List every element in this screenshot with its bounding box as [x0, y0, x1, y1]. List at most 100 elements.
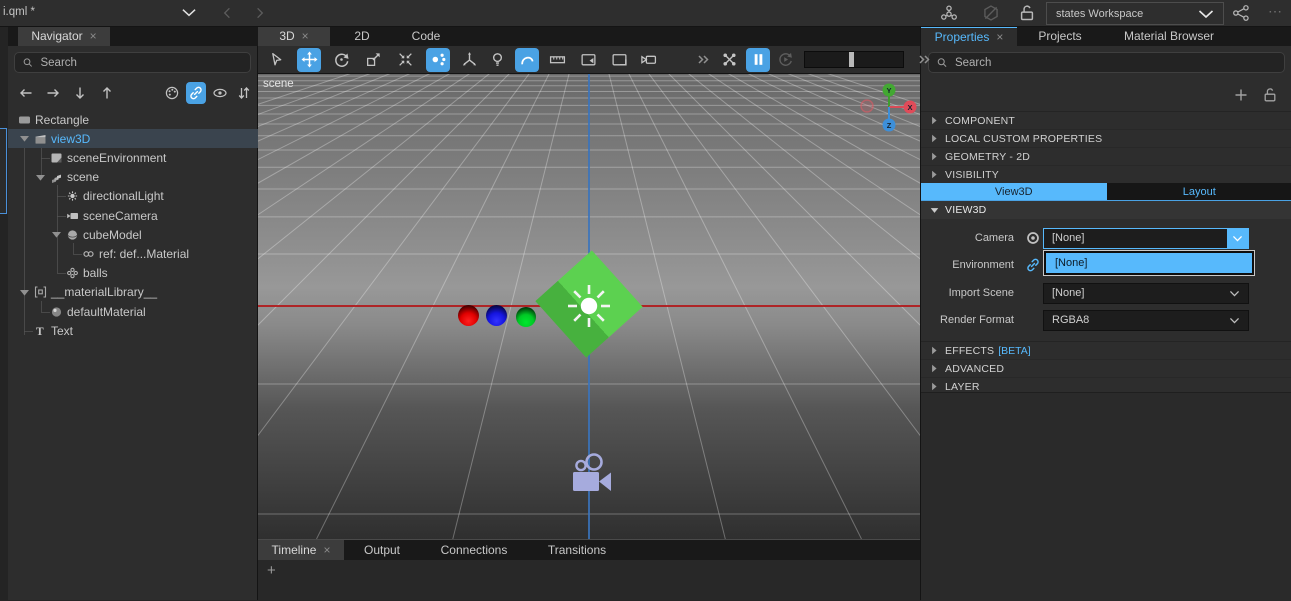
- move-forward-button[interactable]: [43, 82, 63, 104]
- expander-icon[interactable]: [34, 171, 47, 184]
- section-visibility[interactable]: VISIBILITY: [921, 166, 1291, 184]
- section-component[interactable]: COMPONENT: [921, 112, 1291, 130]
- add-property-icon[interactable]: [1233, 87, 1249, 103]
- share-icon[interactable]: [1232, 4, 1250, 22]
- expander-icon[interactable]: [18, 132, 31, 145]
- tree-item-cubemodel[interactable]: cubeModel: [8, 225, 258, 244]
- navigator-search-input[interactable]: [38, 56, 250, 70]
- 3d-viewport[interactable]: scene Y X Z: [258, 74, 920, 540]
- camera-frame-button[interactable]: [607, 48, 631, 72]
- camera-side-button[interactable]: [636, 48, 660, 72]
- timeline-add-button[interactable]: +: [267, 562, 276, 579]
- import-scene-dropdown[interactable]: [None]: [1043, 283, 1249, 304]
- subtab-view3d[interactable]: View3D: [921, 183, 1107, 200]
- tree-item-balls[interactable]: balls: [8, 264, 258, 283]
- tree-item-scenecamera[interactable]: sceneCamera: [8, 206, 258, 225]
- popup-item-none[interactable]: [None]: [1046, 253, 1252, 273]
- tab-properties[interactable]: Properties×: [921, 26, 1017, 46]
- edit-transform-button[interactable]: [457, 48, 481, 72]
- toolbar-overflow2-button[interactable]: [916, 48, 932, 72]
- blue-sphere[interactable]: [486, 305, 507, 326]
- fit-selected-button[interactable]: [393, 48, 417, 72]
- tab-2d[interactable]: 2D: [330, 26, 394, 46]
- tree-item-scene[interactable]: scene: [8, 168, 258, 187]
- tab-navigator[interactable]: Navigator×: [18, 26, 110, 46]
- chevron-right-icon: [929, 115, 940, 126]
- axis-indicator-gizmo[interactable]: Y X Z: [859, 80, 919, 134]
- section-local-custom-properties[interactable]: LOCAL CUSTOM PROPERTIES: [921, 130, 1291, 148]
- navigator-search[interactable]: [14, 52, 251, 73]
- show-selection-curve-button[interactable]: [515, 48, 539, 72]
- show-hidden-button[interactable]: [210, 82, 230, 104]
- state-thumbnail[interactable]: [0, 128, 7, 214]
- camera-view-button[interactable]: [576, 48, 600, 72]
- nav-forward-icon[interactable]: [252, 4, 267, 22]
- particles-pause-button[interactable]: [746, 48, 770, 72]
- nav-back-icon[interactable]: [220, 4, 235, 22]
- link-mode-button[interactable]: [186, 82, 206, 104]
- unlock-icon[interactable]: [1018, 4, 1036, 22]
- target-icon[interactable]: [1025, 230, 1041, 246]
- tab-3d[interactable]: 3D×: [258, 26, 330, 46]
- unlock-icon[interactable]: [1262, 87, 1278, 103]
- tab-code[interactable]: Code: [394, 26, 458, 46]
- tree-item-defaultmaterial[interactable]: defaultMaterial: [8, 302, 258, 321]
- snap-ruler-button[interactable]: [545, 48, 569, 72]
- tree-item-sceneenvironment[interactable]: sceneEnvironment: [8, 148, 258, 167]
- close-icon[interactable]: ×: [90, 29, 97, 43]
- close-icon[interactable]: ×: [302, 29, 309, 43]
- particles-restart-button[interactable]: [773, 48, 797, 72]
- tab-label: Transitions: [548, 543, 606, 557]
- tab-transitions[interactable]: Transitions: [528, 540, 626, 560]
- tree-item-ref-def-material[interactable]: ref: def...Material: [8, 244, 258, 263]
- close-icon[interactable]: ×: [996, 30, 1003, 44]
- move-up-button[interactable]: [97, 82, 117, 104]
- orient-dots-icon: [430, 51, 447, 68]
- close-icon[interactable]: ×: [323, 543, 330, 557]
- expander-icon[interactable]: [50, 228, 63, 241]
- section-effects[interactable]: EFFECTS[BETA]: [921, 342, 1291, 360]
- tab-connections[interactable]: Connections: [420, 540, 528, 560]
- tab-projects[interactable]: Projects: [1017, 26, 1103, 46]
- tree-item-directionallight[interactable]: directionalLight: [8, 187, 258, 206]
- dropdown-open-button[interactable]: [1227, 229, 1248, 248]
- workspace-dropdown[interactable]: states Workspace: [1046, 2, 1224, 25]
- more-options-button[interactable]: ⋯: [1268, 3, 1284, 20]
- view3d-group-header[interactable]: VIEW3D: [921, 201, 1291, 219]
- particles-play-button[interactable]: [717, 48, 741, 72]
- selection-tool-button[interactable]: [264, 48, 288, 72]
- tree-item-rectangle[interactable]: Rectangle: [8, 110, 258, 129]
- speed-slider[interactable]: [804, 51, 904, 68]
- green-sphere[interactable]: [516, 307, 536, 327]
- tree-item-view3d[interactable]: view3D: [8, 129, 258, 148]
- tab-timeline[interactable]: Timeline×: [258, 540, 344, 560]
- properties-search-input[interactable]: [953, 56, 1284, 70]
- scale-tool-button[interactable]: [361, 48, 385, 72]
- move-backward-button[interactable]: [16, 82, 36, 104]
- toolbar-overflow-button[interactable]: [695, 48, 711, 72]
- edit-light-button[interactable]: [485, 48, 509, 72]
- cluster-icon[interactable]: [940, 4, 958, 22]
- document-dropdown-chevron-icon[interactable]: [179, 5, 199, 20]
- move-tool-button[interactable]: [297, 48, 321, 72]
- section-geometry-2d[interactable]: GEOMETRY - 2D: [921, 148, 1291, 166]
- reverse-order-button[interactable]: [234, 82, 254, 104]
- tree-item-text[interactable]: TText: [8, 321, 258, 340]
- icon-visibility-button[interactable]: [162, 82, 182, 104]
- render-format-dropdown[interactable]: RGBA8: [1043, 310, 1249, 331]
- tab-material-browser[interactable]: Material Browser: [1103, 26, 1235, 46]
- move-down-button[interactable]: [70, 82, 90, 104]
- section-advanced[interactable]: ADVANCED: [921, 360, 1291, 378]
- rotate-tool-button[interactable]: [329, 48, 353, 72]
- expander-icon[interactable]: [18, 286, 31, 299]
- properties-search[interactable]: [928, 52, 1285, 73]
- scene-camera-gizmo[interactable]: [572, 451, 612, 493]
- subtab-layout[interactable]: Layout: [1107, 183, 1291, 200]
- tab-output[interactable]: Output: [344, 540, 420, 560]
- red-sphere[interactable]: [458, 305, 479, 326]
- link-blue-icon[interactable]: [1025, 257, 1041, 273]
- slider-handle[interactable]: [849, 52, 854, 67]
- tree-item--materiallibrary-[interactable]: __materialLibrary__: [8, 283, 258, 302]
- orientation-toggle-button[interactable]: [426, 48, 450, 72]
- camera-dropdown[interactable]: [None]: [1043, 228, 1249, 249]
